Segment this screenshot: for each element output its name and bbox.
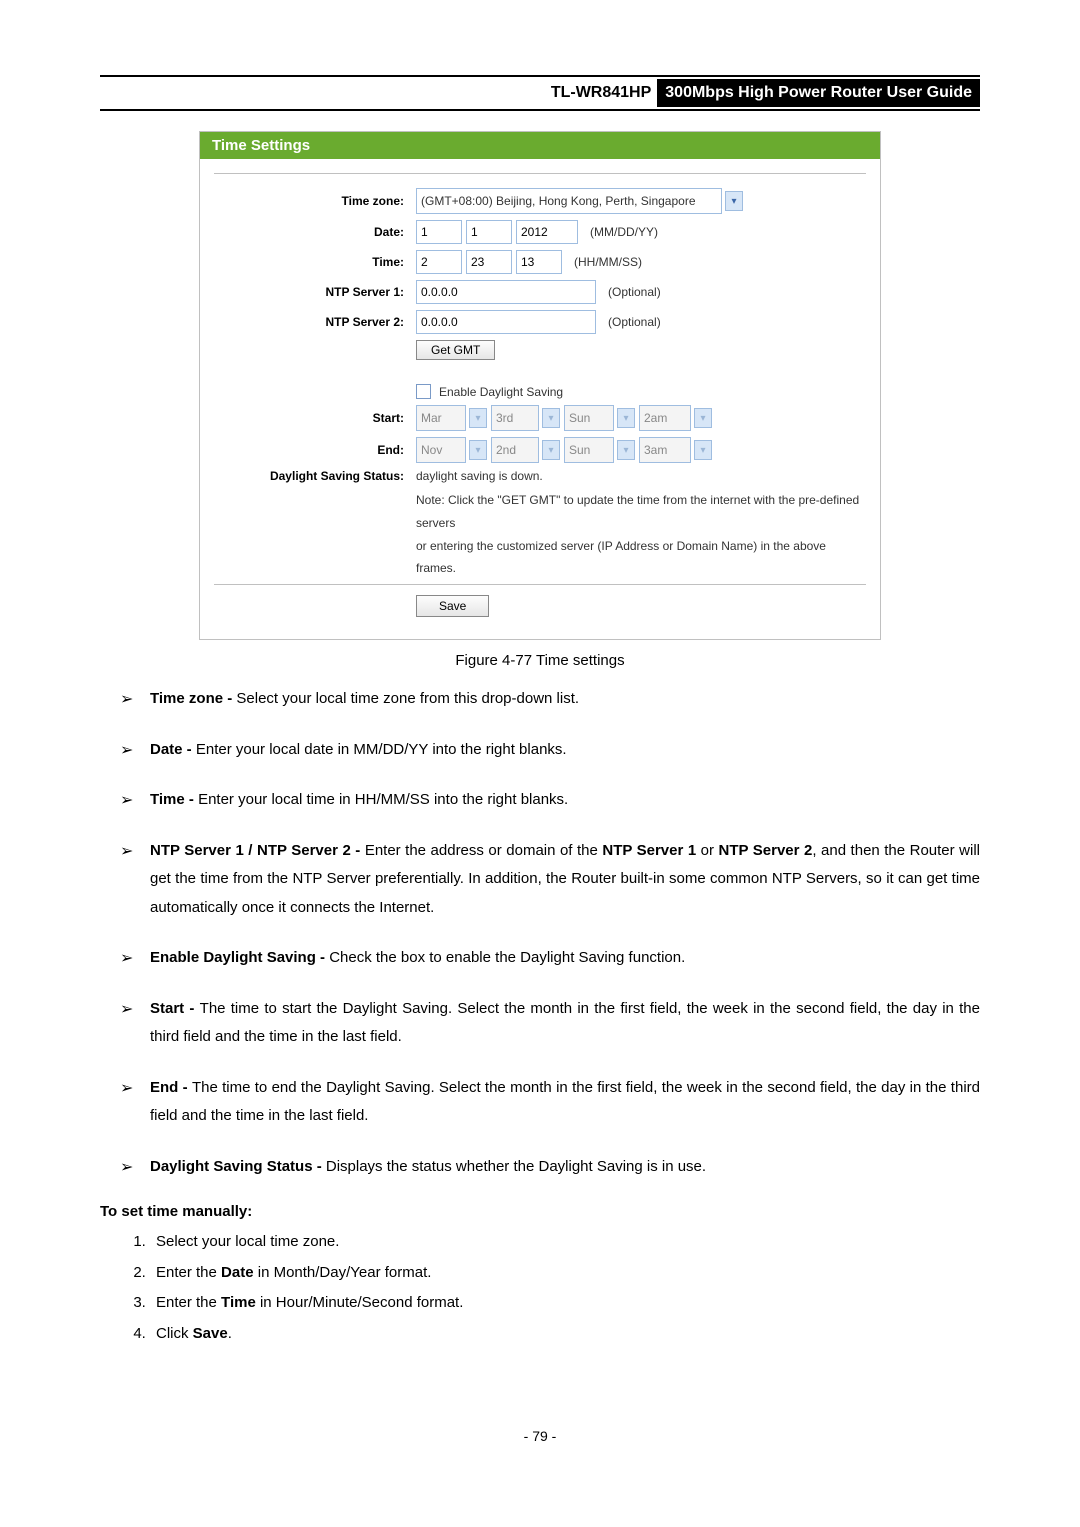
- ntp1-label: NTP Server 1:: [214, 285, 416, 299]
- date-year-input[interactable]: [516, 220, 578, 244]
- list-item: Select your local time zone.: [150, 1228, 980, 1257]
- chevron-down-icon[interactable]: ▾: [469, 440, 487, 460]
- chevron-down-icon[interactable]: ▾: [469, 408, 487, 428]
- start-day-select[interactable]: Sun: [564, 405, 614, 431]
- dls-status-label: Daylight Saving Status:: [214, 469, 416, 483]
- chevron-down-icon[interactable]: ▾: [694, 408, 712, 428]
- time-hour-input[interactable]: [416, 250, 462, 274]
- list-item: Click Save.: [150, 1320, 980, 1349]
- note-line-1: Note: Click the "GET GMT" to update the …: [416, 489, 866, 535]
- timezone-label: Time zone:: [214, 194, 416, 208]
- chevron-down-icon[interactable]: ▾: [542, 408, 560, 428]
- end-month-select[interactable]: Nov: [416, 437, 466, 463]
- list-item: Time - Enter your local time in HH/MM/SS…: [120, 786, 980, 815]
- page-number: - 79 -: [100, 1428, 980, 1444]
- start-week-select[interactable]: 3rd: [491, 405, 539, 431]
- note-line-2: or entering the customized server (IP Ad…: [416, 535, 866, 581]
- list-item: NTP Server 1 / NTP Server 2 - Enter the …: [120, 837, 980, 923]
- panel-title: Time Settings: [200, 132, 880, 159]
- chevron-down-icon[interactable]: ▾: [725, 191, 743, 211]
- chevron-down-icon[interactable]: ▾: [694, 440, 712, 460]
- time-min-input[interactable]: [466, 250, 512, 274]
- chevron-down-icon[interactable]: ▾: [542, 440, 560, 460]
- doc-header: TL-WR841HP 300Mbps High Power Router Use…: [100, 79, 980, 107]
- get-gmt-button[interactable]: Get GMT: [416, 340, 495, 360]
- end-label: End:: [214, 443, 416, 457]
- end-day-select[interactable]: Sun: [564, 437, 614, 463]
- description-list: Time zone - Select your local time zone …: [100, 685, 980, 1181]
- time-hint: (HH/MM/SS): [574, 255, 642, 269]
- list-item: Start - The time to start the Daylight S…: [120, 995, 980, 1052]
- start-month-select[interactable]: Mar: [416, 405, 466, 431]
- list-item: Time zone - Select your local time zone …: [120, 685, 980, 714]
- list-item: End - The time to end the Daylight Savin…: [120, 1074, 980, 1131]
- start-label: Start:: [214, 411, 416, 425]
- date-day-input[interactable]: [466, 220, 512, 244]
- list-item: Enable Daylight Saving - Check the box t…: [120, 944, 980, 973]
- date-label: Date:: [214, 225, 416, 239]
- ntp1-input[interactable]: [416, 280, 596, 304]
- start-time-select[interactable]: 2am: [639, 405, 691, 431]
- daylight-checkbox[interactable]: [416, 384, 431, 399]
- manual-heading: To set time manually:: [100, 1203, 980, 1220]
- chevron-down-icon[interactable]: ▾: [617, 440, 635, 460]
- list-item: Enter the Time in Hour/Minute/Second for…: [150, 1289, 980, 1318]
- model-number: TL-WR841HP: [545, 80, 657, 106]
- ntp1-hint: (Optional): [608, 285, 661, 299]
- end-time-select[interactable]: 3am: [639, 437, 691, 463]
- figure-caption: Figure 4-77 Time settings: [100, 652, 980, 669]
- date-hint: (MM/DD/YY): [590, 225, 658, 239]
- ntp2-input[interactable]: [416, 310, 596, 334]
- time-sec-input[interactable]: [516, 250, 562, 274]
- chevron-down-icon[interactable]: ▾: [617, 408, 635, 428]
- list-item: Enter the Date in Month/Day/Year format.: [150, 1259, 980, 1288]
- timezone-select[interactable]: (GMT+08:00) Beijing, Hong Kong, Perth, S…: [416, 188, 722, 214]
- manual-steps: Select your local time zone. Enter the D…: [120, 1228, 980, 1348]
- list-item: Date - Enter your local date in MM/DD/YY…: [120, 736, 980, 765]
- ntp2-hint: (Optional): [608, 315, 661, 329]
- date-month-input[interactable]: [416, 220, 462, 244]
- ntp2-label: NTP Server 2:: [214, 315, 416, 329]
- daylight-checkbox-label: Enable Daylight Saving: [439, 385, 563, 399]
- save-button[interactable]: Save: [416, 595, 489, 617]
- doc-title: 300Mbps High Power Router User Guide: [657, 79, 980, 107]
- dls-status-value: daylight saving is down.: [416, 469, 543, 483]
- list-item: Daylight Saving Status - Displays the st…: [120, 1153, 980, 1182]
- end-week-select[interactable]: 2nd: [491, 437, 539, 463]
- time-settings-panel: Time Settings Time zone: (GMT+08:00) Bei…: [199, 131, 881, 640]
- time-label: Time:: [214, 255, 416, 269]
